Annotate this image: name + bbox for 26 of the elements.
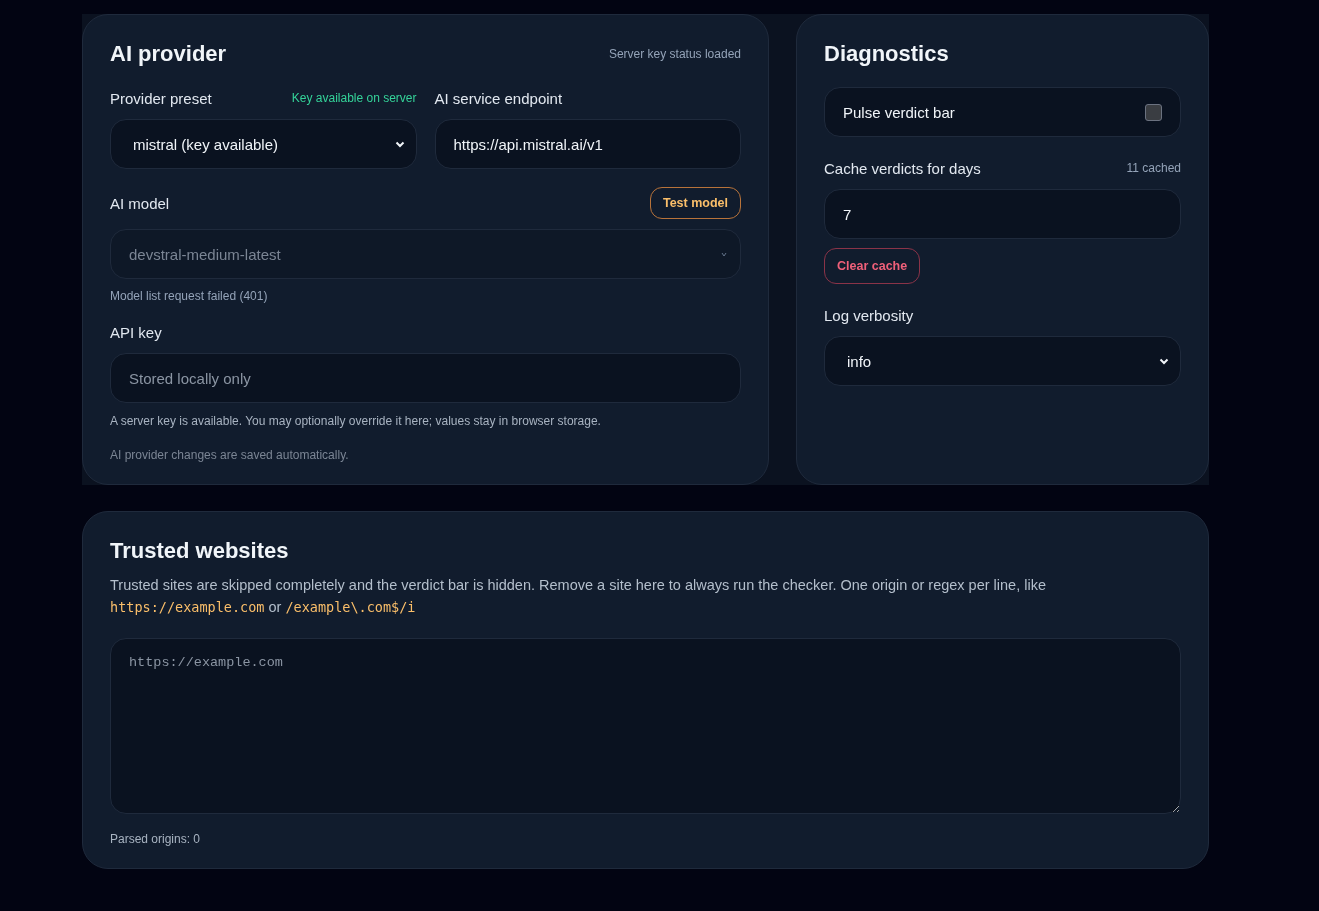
field-label: AI model [110,194,170,212]
log-select[interactable]: info [824,336,1181,386]
footer-text: AI provider changes are saved automatically. [110,448,350,462]
parsed-count: Parsed origins: 0 [110,832,202,846]
card-title: Diagnostics [824,41,949,67]
endpoint-field[interactable]: https://api.mistral.ai/v1 [434,119,741,169]
pulse-toggle-row[interactable]: Pulse verdict bar [824,87,1181,137]
preset-select[interactable]: mistral (key available) [110,119,417,169]
field-label: Log verbosity [824,306,914,324]
cache-count: 11 cached [1126,161,1181,175]
help-text: A server key is available. You may optionally override it here; values stay in browser storage. [110,414,602,428]
days-field[interactable]: 7 [824,189,1181,239]
field-label: API key [110,323,162,341]
card-title: Trusted websites [110,538,289,564]
status-text: Server key status loaded [608,47,741,61]
key-hint: Key available on server [291,91,417,105]
api-key-field[interactable]: Stored locally only [110,353,741,403]
field-label: Provider preset [110,89,212,107]
field-label: AI service endpoint [434,89,563,107]
checkbox[interactable] [1145,103,1162,121]
clear-cache-button[interactable]: Clear cache [824,248,921,284]
description-text: Trusted sites are skipped completely and the verdict bar is hidden. Remove a site here to always run the checker. One origin or regex per line, like https://example.com or /example\.com$/i [110,576,1047,617]
field-label: Cache verdicts for days [824,159,981,177]
error-text: Model list request failed (401) [110,289,269,303]
origins-field[interactable]: https://example.com [110,638,1181,814]
card-title: AI provider [110,41,227,67]
